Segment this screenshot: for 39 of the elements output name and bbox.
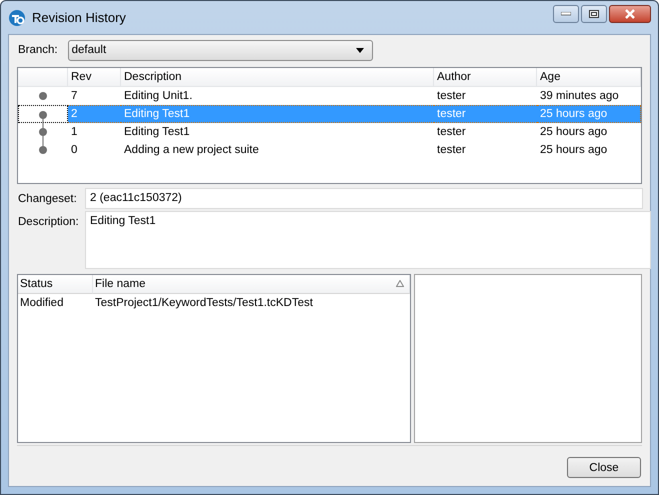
- close-button[interactable]: Close: [567, 457, 641, 478]
- maximize-icon: [589, 10, 599, 18]
- sort-icon: [396, 280, 404, 287]
- dropdown-arrow-icon: [356, 48, 364, 52]
- window-title: Revision History: [32, 10, 126, 25]
- close-window-button[interactable]: [609, 4, 651, 22]
- minimize-button[interactable]: [553, 4, 579, 22]
- table-cell[interactable]: tester: [434, 141, 537, 159]
- table-cell[interactable]: 1: [68, 123, 121, 141]
- table-cell[interactable]: TestProject1/KeywordTests/Test1.tcKDTest: [93, 294, 410, 312]
- table-cell[interactable]: tester: [434, 87, 537, 105]
- changeset-field[interactable]: 2 (eac11c150372): [85, 188, 643, 209]
- column-header[interactable]: Author: [434, 68, 537, 87]
- column-header[interactable]: Status: [18, 275, 93, 294]
- table-cell[interactable]: tester: [434, 123, 537, 141]
- commit-node-icon: [38, 123, 48, 141]
- app-logo-icon: [8, 8, 26, 26]
- column-header: [18, 68, 68, 87]
- table-cell[interactable]: 39 minutes ago: [537, 87, 641, 105]
- description-field[interactable]: Editing Test1: [85, 211, 651, 269]
- table-cell[interactable]: 25 hours ago: [537, 123, 641, 141]
- branch-label: Branch:: [18, 44, 58, 56]
- table-cell[interactable]: 0: [68, 141, 121, 159]
- column-header[interactable]: File name: [93, 275, 410, 294]
- table-cell[interactable]: 25 hours ago: [537, 141, 641, 159]
- table-cell[interactable]: 7: [68, 87, 121, 105]
- column-header[interactable]: Rev: [68, 68, 121, 87]
- changeset-label: Changeset:: [17, 192, 78, 207]
- table-cell[interactable]: Modified: [18, 294, 93, 312]
- table-cell[interactable]: Editing Unit1.: [121, 87, 434, 105]
- description-label: Description:: [17, 215, 80, 230]
- branch-dropdown[interactable]: default: [68, 40, 373, 60]
- table-cell[interactable]: Adding a new project suite: [121, 141, 434, 159]
- close-icon: [624, 8, 636, 18]
- minimize-icon: [561, 12, 571, 16]
- column-header[interactable]: Age: [537, 68, 641, 87]
- column-header[interactable]: Description: [121, 68, 434, 87]
- maximize-button[interactable]: [581, 4, 607, 22]
- table-cell[interactable]: Editing Test1: [121, 123, 434, 141]
